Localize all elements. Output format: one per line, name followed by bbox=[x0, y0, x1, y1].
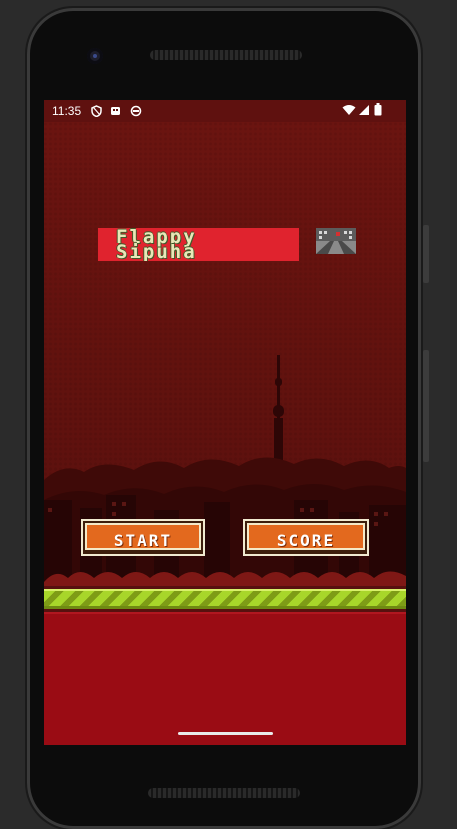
start-button[interactable]: START bbox=[81, 519, 205, 556]
bottom-speaker bbox=[148, 788, 300, 798]
signal-icon bbox=[359, 105, 369, 115]
home-indicator[interactable] bbox=[178, 732, 273, 735]
front-camera bbox=[87, 48, 103, 64]
start-button-label: START bbox=[113, 531, 173, 550]
wifi-icon bbox=[342, 105, 356, 115]
score-button[interactable]: SCORE bbox=[243, 519, 369, 556]
ground-stripe bbox=[44, 589, 406, 609]
volume-button[interactable] bbox=[423, 350, 429, 462]
android-icon bbox=[130, 105, 142, 117]
sim-card-icon bbox=[111, 107, 120, 115]
score-button-face: SCORE bbox=[247, 523, 365, 550]
battery-icon bbox=[374, 103, 382, 116]
shield-icon bbox=[91, 105, 102, 117]
game-screen[interactable]: 11:35 Flappy Sipuha START SCORE bbox=[44, 100, 406, 745]
status-time: 11:35 bbox=[52, 104, 82, 118]
broken-image-thumbnail bbox=[316, 228, 356, 254]
game-title-banner: Flappy Sipuha bbox=[98, 228, 299, 261]
start-button-face: START bbox=[85, 523, 201, 550]
title-line-2: Sipuha bbox=[116, 241, 197, 262]
ground bbox=[44, 612, 406, 745]
score-button-label: SCORE bbox=[276, 531, 336, 550]
power-button[interactable] bbox=[423, 225, 429, 283]
status-bar: 11:35 bbox=[44, 100, 406, 122]
top-speaker bbox=[150, 50, 302, 60]
